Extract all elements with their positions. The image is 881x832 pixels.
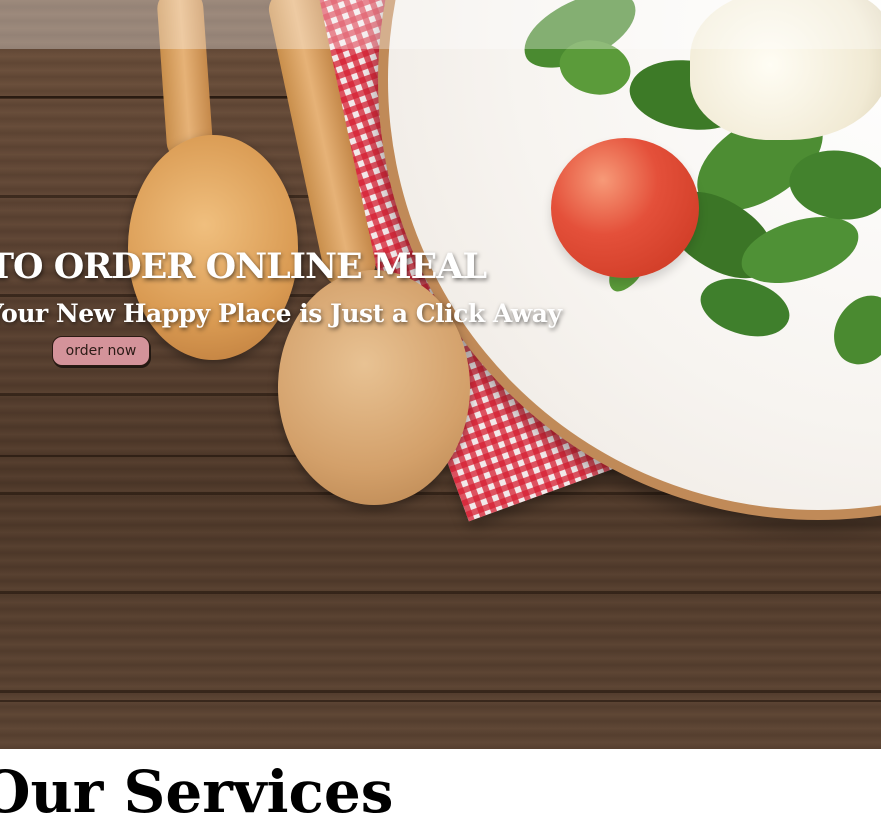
hero-title: TO ORDER ONLINE MEAL [0,246,487,287]
wood-board-seam [0,700,881,702]
hero-section: TO ORDER ONLINE MEAL Your New Happy Plac… [0,0,881,749]
services-heading: Our Services [0,758,394,826]
tomato-image [551,138,699,278]
order-now-button[interactable]: order now [52,336,150,366]
hero-subtitle: Your New Happy Place is Just a Click Awa… [0,299,562,328]
top-navigation-bar [0,0,881,49]
